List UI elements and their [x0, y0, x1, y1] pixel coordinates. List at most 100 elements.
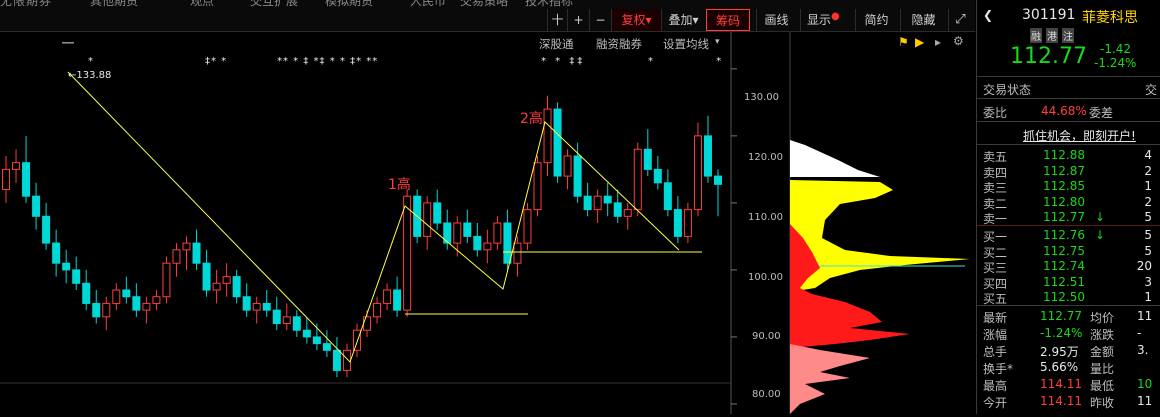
stat-value: -	[1137, 326, 1142, 340]
candle-body	[62, 262, 71, 271]
simple-mode-button[interactable]: 简约	[855, 9, 897, 31]
book-level-label: 买三	[983, 261, 1008, 275]
kline-chart[interactable]	[0, 32, 975, 414]
book-level-label: 卖四	[983, 165, 1008, 180]
stat-label: 今开	[983, 396, 1008, 410]
fullscreen-icon[interactable]: ⤢	[948, 9, 972, 31]
book-level-volume: 5	[1144, 210, 1152, 224]
book-level-label: 卖三	[983, 181, 1008, 195]
display-button[interactable]: 显示●	[800, 9, 850, 31]
draw-line-button[interactable]: 画线	[756, 9, 796, 31]
display-label: 显示	[807, 13, 832, 27]
book-level-price: 112.77	[1043, 210, 1085, 224]
candle-body	[463, 222, 472, 237]
candle-body	[403, 195, 412, 311]
hide-button[interactable]: 隐藏	[900, 9, 946, 31]
signal-marker: * *	[648, 56, 752, 67]
candle-body	[352, 329, 361, 351]
menu-item-clipped[interactable]: 交易策略	[460, 0, 508, 9]
stat-label: 均价	[1090, 311, 1115, 325]
candle-body	[82, 282, 91, 304]
candle-body	[312, 336, 321, 345]
book-level-volume: 5	[1144, 228, 1152, 242]
flag-icon[interactable]: ⚑	[898, 35, 909, 49]
stat-value: 114.11	[1040, 377, 1082, 391]
candle-body	[222, 276, 231, 284]
book-level-label: 买二	[983, 245, 1008, 260]
candle-body	[72, 269, 81, 284]
candle-body	[563, 155, 572, 177]
book-level-volume: 1	[1144, 179, 1152, 193]
candle-body	[202, 262, 211, 291]
weibi-value: 44.68%	[1041, 104, 1087, 118]
candle-body	[232, 276, 241, 298]
candle-body	[272, 309, 281, 325]
candle-body	[182, 242, 191, 251]
chevron-down-icon: ▾	[692, 13, 699, 27]
badge-note: 注	[1062, 28, 1074, 43]
chart-area[interactable]: 深股通 融资融券 设置均线 ▾ ⚑ ▶ ▸ ⚙ * ‡* * ** * ‡ *‡…	[0, 32, 975, 414]
chouma-button[interactable]: 筹码	[706, 9, 750, 31]
book-level-label: 卖五	[983, 150, 1008, 164]
book-level-price: 112.85	[1043, 179, 1085, 193]
book-level-price: 112.51	[1043, 274, 1085, 289]
diejia-label: 叠加	[668, 13, 693, 27]
candle-body	[212, 282, 221, 291]
pointer-icon[interactable]: ▸	[935, 35, 941, 49]
chevron-down-icon: ▾	[645, 13, 652, 27]
candle-body	[393, 289, 402, 311]
candle-body	[553, 108, 562, 177]
link-shenguton[interactable]: 深股通	[539, 36, 574, 52]
menu-item-clipped[interactable]: 技术指标	[525, 0, 573, 9]
zoom-out-button[interactable]: −	[589, 9, 611, 31]
menu-item-clipped[interactable]: 人民币	[410, 0, 446, 9]
book-level-price: 112.87	[1043, 163, 1085, 178]
candle-body	[112, 289, 121, 304]
trade-status-label: 交易状态	[983, 83, 1032, 97]
badge-margin: 融	[1030, 28, 1042, 43]
candle-body	[523, 209, 532, 244]
diejia-button[interactable]: 叠加▾	[661, 9, 705, 31]
book-level-volume: 1	[1144, 290, 1152, 304]
stock-name: 菲菱科思	[1082, 10, 1138, 26]
price-change: -1.42	[1100, 42, 1132, 56]
menu-item-clipped[interactable]: 其他期货	[90, 0, 138, 9]
divider	[977, 121, 1160, 122]
play-icon[interactable]: ▶	[915, 35, 924, 49]
book-level-volume: 2	[1144, 163, 1152, 178]
link-set-ma[interactable]: 设置均线	[663, 36, 709, 52]
crosshair-button[interactable]: 十	[547, 9, 567, 31]
menu-item-clipped[interactable]: 模拟期货	[325, 0, 373, 9]
high-price-label: ←133.88	[68, 70, 112, 81]
book-level-label: 买五	[983, 292, 1008, 306]
candle-body	[42, 215, 51, 244]
back-icon[interactable]: ❮	[983, 8, 993, 22]
candle-body	[643, 148, 652, 170]
link-rongzi[interactable]: 融资融券	[596, 36, 642, 52]
candle-body	[142, 302, 151, 311]
candle-body	[322, 343, 331, 351]
book-level-label: 买四	[983, 276, 1008, 291]
stat-value: 114.11	[1040, 394, 1082, 408]
gear-icon[interactable]: ⚙	[953, 34, 964, 48]
book-level-price: 112.88	[1043, 148, 1085, 162]
candle-body	[132, 296, 141, 311]
candle-body	[593, 195, 602, 211]
candle-body	[603, 195, 612, 204]
chevron-down-icon: ▾	[715, 37, 720, 47]
zoom-in-button[interactable]: +	[567, 9, 589, 31]
book-level-price: 112.76	[1043, 228, 1085, 242]
candle-body	[383, 289, 392, 304]
stat-label: 最新	[983, 311, 1008, 325]
menu-item-clipped[interactable]: 观点	[190, 0, 214, 9]
candle-body	[22, 162, 31, 197]
candle-body	[483, 242, 492, 251]
stat-value: 2.95万	[1040, 345, 1079, 359]
candle-body	[302, 329, 311, 338]
candle-body	[122, 289, 131, 298]
last-price: 112.77	[1010, 44, 1087, 69]
open-account-link[interactable]: 抓住机会，即刻开户!	[1023, 127, 1136, 144]
menu-item-clipped[interactable]: 交互扩展	[250, 0, 298, 9]
book-level-price: 112.75	[1043, 243, 1085, 258]
fuquan-button[interactable]: 复权▾	[611, 9, 661, 31]
